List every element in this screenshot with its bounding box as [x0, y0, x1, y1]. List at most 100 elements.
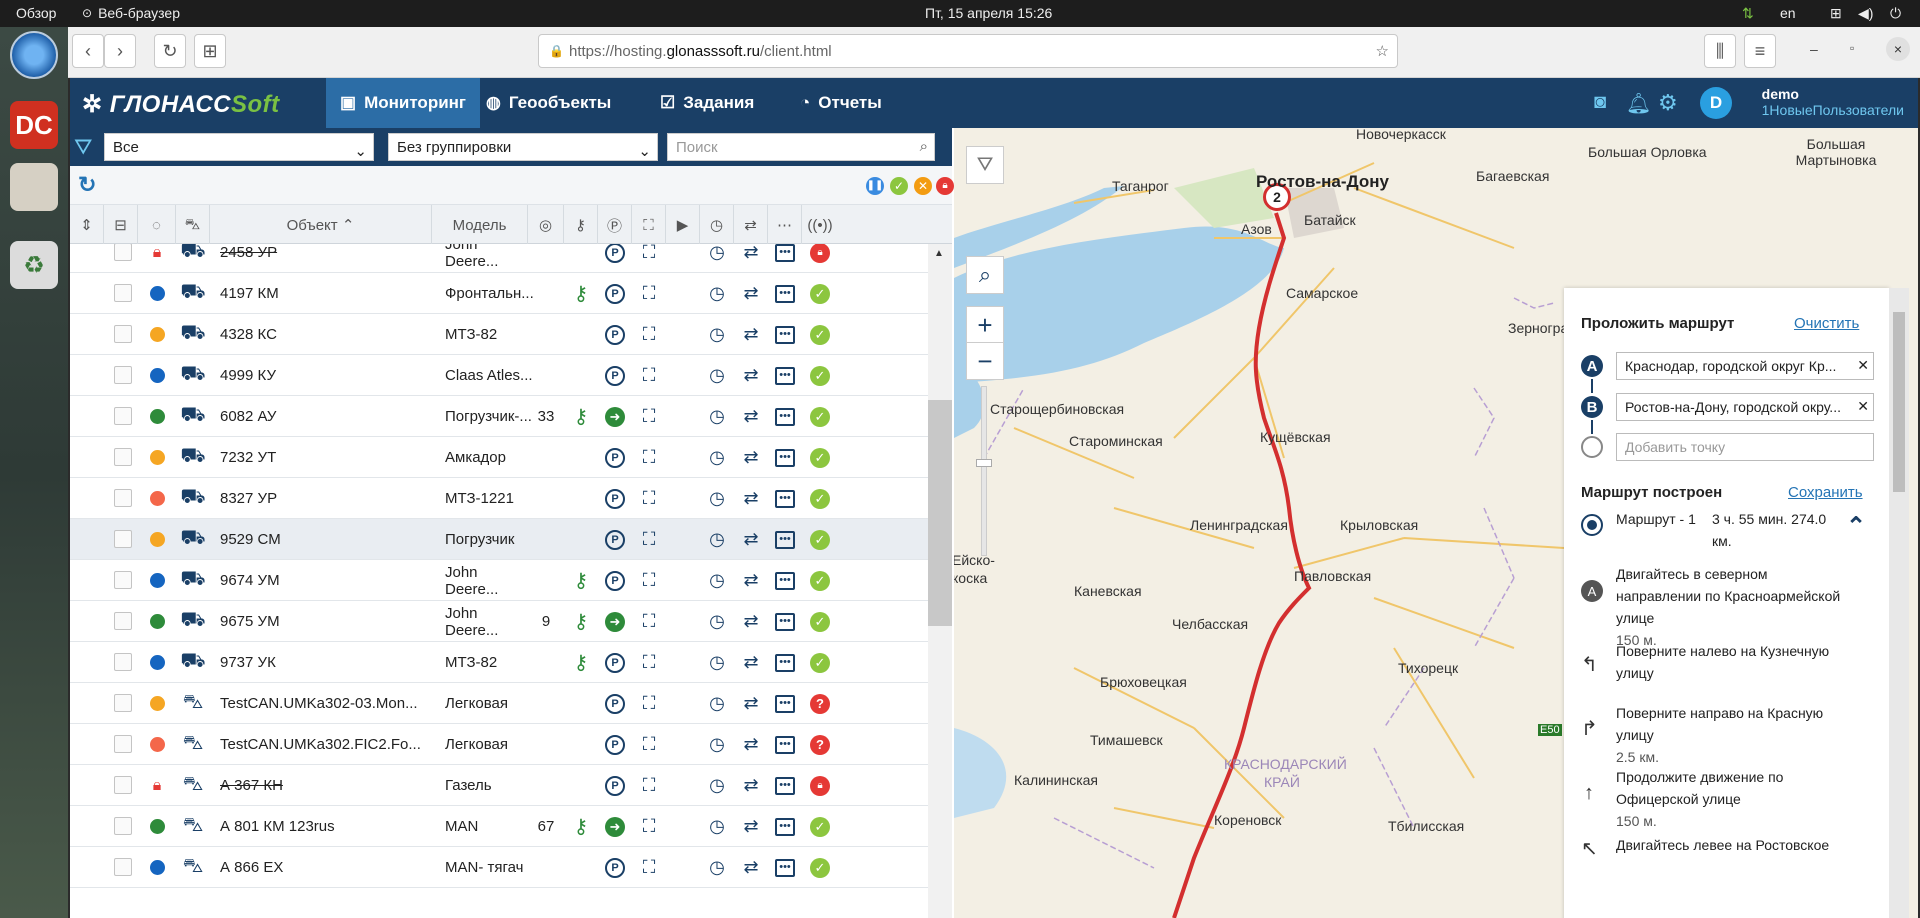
- files-app-icon[interactable]: [10, 163, 58, 211]
- binoculars-column-icon[interactable]: ⛶: [632, 205, 666, 245]
- history-icon[interactable]: ◷: [700, 396, 734, 437]
- object-name[interactable]: А 367 КН: [220, 765, 430, 806]
- bell-icon[interactable]: 🔔︎: [1626, 91, 1651, 116]
- dc-app-icon[interactable]: DC: [10, 101, 58, 149]
- clear-input-icon[interactable]: ✕: [1855, 398, 1869, 415]
- pause-filter-icon[interactable]: ❚❚: [866, 177, 884, 195]
- history-icon[interactable]: ◷: [700, 724, 734, 765]
- track-icon[interactable]: ⇄: [734, 765, 768, 806]
- row-checkbox[interactable]: [114, 407, 132, 425]
- volume-icon[interactable]: ◀): [1858, 5, 1873, 22]
- history-icon[interactable]: ◷: [700, 847, 734, 888]
- more-icon[interactable]: •••: [768, 314, 802, 355]
- table-row[interactable]: ⛟ 9529 СМ Погрузчик P ⛶ ◷ ⇄ ••• ✓: [70, 519, 928, 560]
- os-overview[interactable]: Обзор: [16, 5, 56, 21]
- row-checkbox[interactable]: [114, 284, 132, 302]
- trash-icon[interactable]: ♻: [10, 241, 58, 289]
- row-checkbox[interactable]: [114, 571, 132, 589]
- forward-button[interactable]: ›: [104, 34, 136, 68]
- minimize-button[interactable]: –: [1810, 41, 1818, 57]
- row-checkbox[interactable]: [114, 776, 132, 794]
- browser-app-icon[interactable]: [10, 31, 58, 79]
- history-icon[interactable]: ◷: [700, 355, 734, 396]
- search-input[interactable]: Поиск ⌕: [667, 133, 935, 161]
- row-checkbox[interactable]: [114, 694, 132, 712]
- track-icon[interactable]: ⇄: [734, 273, 768, 314]
- parking-icon[interactable]: P: [598, 724, 632, 765]
- column-object[interactable]: Объект ⌃: [210, 205, 432, 245]
- route-scroll-thumb[interactable]: [1893, 312, 1905, 492]
- object-name[interactable]: 4999 КУ: [220, 355, 430, 396]
- parking-icon[interactable]: P: [598, 765, 632, 806]
- binoculars-icon[interactable]: ⛶: [632, 244, 666, 273]
- history-icon[interactable]: ◷: [700, 519, 734, 560]
- more-icon[interactable]: •••: [768, 396, 802, 437]
- back-button[interactable]: ‹: [72, 34, 104, 68]
- history-icon[interactable]: ◷: [700, 806, 734, 847]
- track-icon[interactable]: ⇄: [734, 355, 768, 396]
- app-logo[interactable]: ✲ ГЛОНАССSoft: [82, 90, 280, 119]
- more-icon[interactable]: •••: [768, 806, 802, 847]
- row-checkbox[interactable]: [114, 735, 132, 753]
- route-from-input[interactable]: Краснодар, городской округ Кр... ✕: [1616, 352, 1874, 380]
- video-column-icon[interactable]: ▶: [666, 205, 700, 245]
- track-icon[interactable]: ⇄: [734, 519, 768, 560]
- object-name[interactable]: А 866 ЕХ: [220, 847, 430, 888]
- menu-button[interactable]: ≡: [1744, 34, 1776, 68]
- more-icon[interactable]: •••: [768, 478, 802, 519]
- binoculars-icon[interactable]: ⛶: [632, 478, 666, 519]
- parking-icon[interactable]: P: [598, 560, 632, 601]
- object-name[interactable]: 7232 УТ: [220, 437, 430, 478]
- object-name[interactable]: А 801 КМ 123rus: [220, 806, 430, 847]
- clear-input-icon[interactable]: ✕: [1855, 357, 1869, 374]
- parking-icon[interactable]: P: [598, 273, 632, 314]
- table-row[interactable]: ⛟ 9674 УМ John Deere... ⚷ P ⛶ ◷ ⇄ ••• ✓: [70, 560, 928, 601]
- clear-route-link[interactable]: Очистить: [1794, 315, 1859, 332]
- object-name[interactable]: TestCAN.UMKa302-03.Mon...: [220, 683, 430, 724]
- ok-filter-icon[interactable]: ✓: [890, 177, 908, 195]
- refresh-icon[interactable]: ↻: [78, 172, 96, 198]
- more-icon[interactable]: •••: [768, 355, 802, 396]
- table-row[interactable]: 🔒︎ ⛟ 2458 УР John Deere... P ⛶ ◷ ⇄ ••• 🔒…: [70, 244, 928, 273]
- status-refresh-icon[interactable]: ◌: [138, 205, 176, 245]
- table-row[interactable]: ⛟ 4999 КУ Claas Atles... P ⛶ ◷ ⇄ ••• ✓: [70, 355, 928, 396]
- zoom-in-button[interactable]: +: [966, 306, 1004, 344]
- os-clock[interactable]: Пт, 15 апреля 15:26: [925, 5, 1052, 21]
- table-row[interactable]: ⛟ 8327 УР МТЗ-1221 P ⛶ ◷ ⇄ ••• ✓: [70, 478, 928, 519]
- history-icon[interactable]: ◷: [700, 478, 734, 519]
- route-step[interactable]: Поверните направо на Красную улицу 2.5 к…: [1616, 702, 1856, 768]
- binoculars-icon[interactable]: ⛶: [632, 765, 666, 806]
- row-checkbox[interactable]: [114, 244, 132, 261]
- table-row[interactable]: ⛍ TestCAN.UMKa302-03.Mon... Легковая P ⛶…: [70, 683, 928, 724]
- scroll-thumb[interactable]: [928, 400, 952, 626]
- row-checkbox[interactable]: [114, 530, 132, 548]
- table-row[interactable]: ⛍ А 866 ЕХ MAN- тягач P ⛶ ◷ ⇄ ••• ✓: [70, 847, 928, 888]
- save-route-link[interactable]: Сохранить: [1788, 484, 1863, 501]
- warning-filter-icon[interactable]: ✕: [914, 177, 932, 195]
- track-icon[interactable]: ⇄: [734, 683, 768, 724]
- table-row[interactable]: ⛟ 7232 УТ Амкадор P ⛶ ◷ ⇄ ••• ✓: [70, 437, 928, 478]
- more-column-icon[interactable]: ⋯: [768, 205, 802, 245]
- map-filter-icon[interactable]: ⛛: [966, 146, 1004, 184]
- bookmark-star-icon[interactable]: ☆: [1376, 42, 1389, 60]
- grouping-select[interactable]: Без группировки ⌄: [388, 133, 658, 161]
- route-step[interactable]: Поверните налево на Кузнечную улицу: [1616, 640, 1856, 684]
- zoom-slider[interactable]: [976, 386, 992, 556]
- track-icon[interactable]: ⇄: [734, 396, 768, 437]
- object-name[interactable]: 9675 УМ: [220, 601, 430, 642]
- filter-icon[interactable]: ⛛: [74, 134, 92, 160]
- more-icon[interactable]: •••: [768, 724, 802, 765]
- object-name[interactable]: 4328 КС: [220, 314, 430, 355]
- more-icon[interactable]: •••: [768, 642, 802, 683]
- key-icon[interactable]: ⚷: [564, 560, 598, 601]
- binoculars-icon[interactable]: ⛶: [632, 642, 666, 683]
- nav-monitoring[interactable]: ▣ Мониторинг: [326, 78, 480, 128]
- key-icon[interactable]: ⚷: [564, 601, 598, 642]
- zoom-slider-handle[interactable]: [976, 459, 992, 467]
- history-icon[interactable]: ◷: [700, 244, 734, 273]
- binoculars-icon[interactable]: ⛶: [632, 396, 666, 437]
- key-icon[interactable]: ⚷: [564, 642, 598, 683]
- track-icon[interactable]: ⇄: [734, 724, 768, 765]
- track-icon[interactable]: ⇄: [734, 847, 768, 888]
- object-name[interactable]: 2458 УР: [220, 244, 430, 273]
